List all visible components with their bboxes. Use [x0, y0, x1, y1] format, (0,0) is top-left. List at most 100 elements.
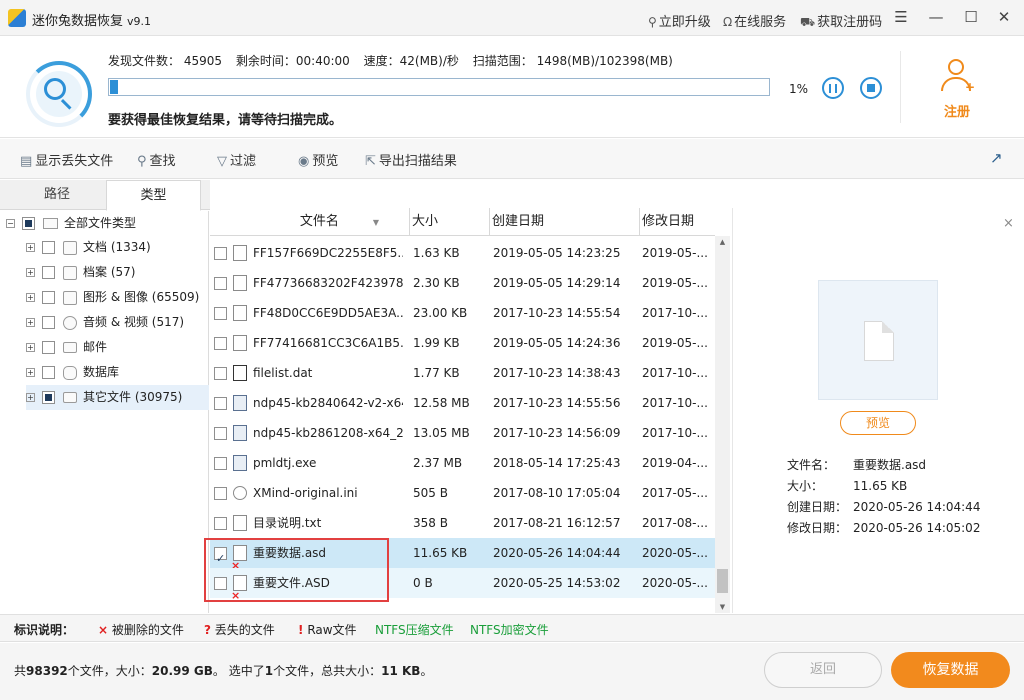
row-checkbox[interactable] [214, 247, 227, 260]
row-checkbox[interactable] [214, 487, 227, 500]
preview-toolbar-button[interactable]: ◉ 预览 [298, 150, 338, 169]
tree-item-media[interactable]: + 音频 & 视频 (517) [26, 310, 184, 335]
tree-item-database[interactable]: + 数据库 [26, 360, 119, 385]
tree-item-mail[interactable]: + 邮件 [26, 335, 107, 360]
expand-icon[interactable]: + [26, 393, 35, 402]
expand-icon[interactable]: + [26, 343, 35, 352]
plus-icon[interactable]: + [965, 80, 975, 94]
vertical-scrollbar[interactable]: ▲ ▼ [715, 236, 730, 613]
maximize-button[interactable]: ☐ [960, 6, 982, 28]
tree-checkbox[interactable] [42, 266, 55, 279]
file-created: 2017-10-23 14:38:43 [493, 366, 621, 380]
table-row[interactable]: XMind-original.ini 505 B 2017-08-10 17:05:… [210, 478, 715, 508]
scroll-up-icon[interactable]: ▲ [715, 236, 730, 248]
filter-button[interactable]: ▽ 过滤 [217, 150, 256, 169]
get-code-link[interactable]: ⛟ 获取注册码 [800, 11, 882, 31]
file-created: 2017-10-23 14:55:54 [493, 306, 621, 320]
row-checkbox[interactable] [214, 457, 227, 470]
tree-root[interactable]: − 全部文件类型 [6, 211, 136, 236]
row-checkbox[interactable] [214, 367, 227, 380]
legend-raw: ! Raw文件 [298, 621, 357, 638]
stop-button[interactable] [860, 77, 882, 99]
tab-path[interactable]: 路径 [8, 180, 106, 210]
status-text: 共 [14, 664, 27, 678]
online-service-link[interactable]: Ω 在线服务 [723, 11, 786, 30]
file-created: 2019-05-05 14:23:25 [493, 246, 621, 260]
table-row[interactable]: filelist.dat 1.77 KB 2017-10-23 14:38:43 20… [210, 358, 715, 388]
column-header-modified[interactable]: 修改日期 [640, 208, 715, 236]
minimize-button[interactable]: — [925, 6, 947, 28]
legend-ntfs-encrypted: NTFS加密文件 [470, 623, 549, 637]
back-button[interactable]: 返回 [764, 652, 882, 688]
table-row[interactable]: FF48D0CC6E9DD5AE3A... 23.00 KB 2017-10-23 … [210, 298, 715, 328]
table-row[interactable]: FF77416681CC3C6A1B5... 1.99 KB 2019-05-05 … [210, 328, 715, 358]
tree-item-archives[interactable]: + 档案 (57) [26, 260, 135, 285]
row-checkbox[interactable] [214, 427, 227, 440]
status-text: 。 选中了 [212, 664, 265, 678]
pause-button[interactable] [822, 77, 844, 99]
scroll-thumb[interactable] [717, 569, 728, 593]
expand-icon[interactable]: + [26, 318, 35, 327]
media-icon [63, 315, 77, 330]
tree-item-documents[interactable]: + 文档 (1334) [26, 235, 151, 260]
find-button[interactable]: ⚲ 查找 [137, 150, 176, 169]
file-list-header: 文件名 ▼ 大小 创建日期 修改日期 [210, 208, 715, 236]
menu-button[interactable]: ☰ [890, 6, 912, 28]
user-icon[interactable] [948, 59, 964, 75]
tree-checkbox[interactable] [22, 217, 35, 230]
info-value: 2020-05-26 14:05:02 [853, 521, 981, 535]
table-row[interactable]: ndp45-kb2861208-x64_2... 13.05 MB 2017-10-… [210, 418, 715, 448]
info-label: 大小： [787, 479, 824, 493]
row-checkbox[interactable] [214, 517, 227, 530]
tree-checkbox[interactable] [42, 391, 55, 404]
info-created: 创建日期： 2020-05-26 14:04:44 [787, 498, 980, 515]
scan-stats: 发现文件数： 45905 剩余时间：00:40:00 速度：42(MB)/秒 扫… [108, 52, 683, 69]
upgrade-link[interactable]: ⚲ 立即升级 [648, 11, 711, 30]
file-created: 2020-05-26 14:04:44 [493, 546, 621, 560]
tree-checkbox[interactable] [42, 241, 55, 254]
expand-icon[interactable]: + [26, 293, 35, 302]
preview-button[interactable]: 预览 [840, 411, 916, 435]
tree-checkbox[interactable] [42, 341, 55, 354]
register-button[interactable]: 注册 [928, 101, 986, 120]
table-row[interactable]: FF47736683202F423978... 2.30 KB 2019-05-05… [210, 268, 715, 298]
tab-type[interactable]: 类型 [106, 180, 201, 211]
scan-header: 发现文件数： 45905 剩余时间：00:40:00 速度：42(MB)/秒 扫… [0, 37, 1024, 138]
column-header-created[interactable]: 创建日期 [490, 208, 640, 236]
row-checkbox[interactable] [214, 337, 227, 350]
close-preview-icon[interactable]: × [1003, 216, 1014, 231]
tree-item-other[interactable]: + 其它文件 (30975) [26, 385, 209, 410]
scroll-down-icon[interactable]: ▼ [715, 601, 730, 613]
table-row[interactable]: 目录说明.txt 358 B 2017-08-21 16:12:57 2017-08-… [210, 508, 715, 538]
file-created: 2017-10-23 14:55:56 [493, 396, 621, 410]
export-results-button[interactable]: ⇱ 导出扫描结果 [365, 150, 457, 169]
tree-checkbox[interactable] [42, 316, 55, 329]
show-lost-files-button[interactable]: ▤ 显示丢失文件 [20, 150, 113, 169]
deleted-mark-icon: × [98, 623, 109, 637]
table-row[interactable]: ndp45-kb2840642-v2-x64... 12.58 MB 2017-10… [210, 388, 715, 418]
file-name: FF48D0CC6E9DD5AE3A... [253, 306, 403, 320]
file-size: 0 B [413, 576, 433, 590]
file-created: 2019-05-05 14:29:14 [493, 276, 621, 290]
expand-icon[interactable]: + [26, 243, 35, 252]
row-checkbox[interactable] [214, 307, 227, 320]
expand-icon[interactable]: + [26, 268, 35, 277]
row-checkbox[interactable] [214, 397, 227, 410]
tree-item-images[interactable]: + 图形 & 图像 (65509) [26, 285, 199, 310]
table-row[interactable]: pmldtj.exe 2.37 MB 2018-05-14 17:25:43 2019… [210, 448, 715, 478]
tree-checkbox[interactable] [42, 291, 55, 304]
share-icon[interactable]: ↗ [990, 149, 1003, 167]
column-header-size[interactable]: 大小 [410, 208, 490, 236]
expand-icon[interactable]: + [26, 368, 35, 377]
document-icon [63, 240, 77, 255]
column-header-name[interactable]: 文件名 ▼ [210, 208, 410, 236]
row-checkbox[interactable] [214, 277, 227, 290]
file-size: 1.77 KB [413, 366, 460, 380]
recover-button[interactable]: 恢复数据 [891, 652, 1010, 688]
collapse-icon[interactable]: − [6, 219, 15, 228]
raw-mark-icon: ! [298, 623, 304, 637]
find-label: 查找 [149, 154, 176, 169]
table-row[interactable]: FF157F669DC2255E8F5... 1.63 KB 2019-05-05 … [210, 238, 715, 268]
tree-checkbox[interactable] [42, 366, 55, 379]
close-button[interactable]: ✕ [993, 6, 1015, 28]
